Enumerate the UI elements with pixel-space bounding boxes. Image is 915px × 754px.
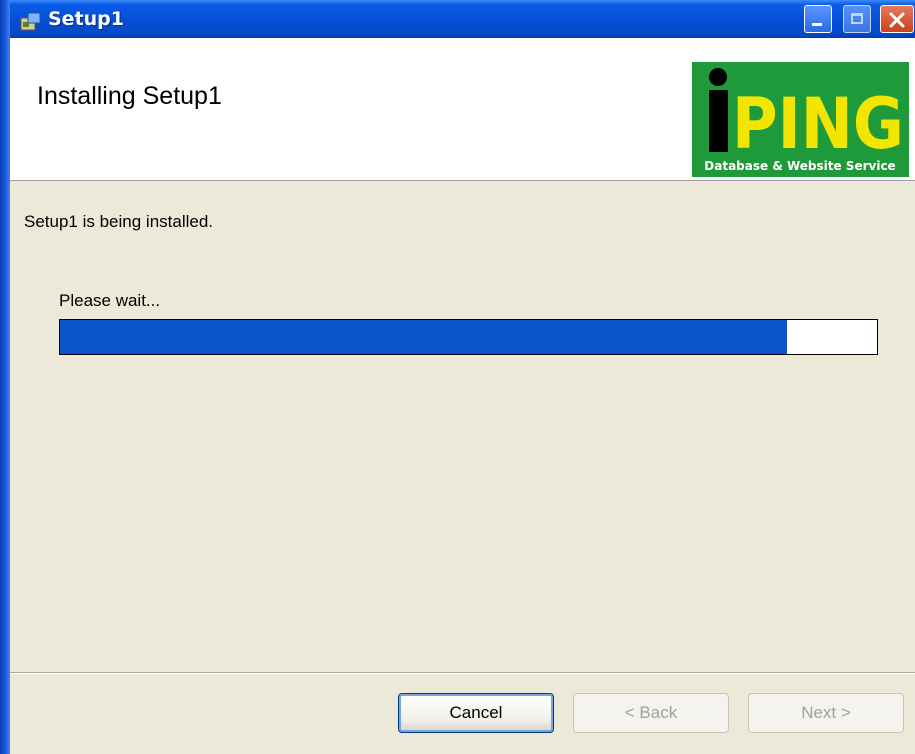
svg-text:Database & Website Service: Database & Website Service	[704, 159, 895, 173]
header-banner: Installing Setup1 PING Database & Websit…	[10, 38, 915, 181]
installer-window: Setup1 Installing Setup1 PING Database &…	[0, 0, 915, 754]
footer-divider	[10, 672, 915, 674]
window-left-border	[0, 0, 10, 754]
close-icon	[889, 12, 905, 28]
minimize-button[interactable]	[804, 5, 832, 33]
setup-app-icon	[19, 11, 43, 31]
svg-text:PING: PING	[732, 83, 904, 165]
wait-message: Please wait...	[59, 291, 161, 310]
next-button[interactable]: Next >	[748, 693, 904, 733]
page-title: Installing Setup1	[37, 82, 222, 110]
cancel-button[interactable]: Cancel	[398, 693, 554, 733]
title-bar[interactable]: Setup1	[0, 0, 915, 38]
status-message: Setup1 is being installed.	[24, 212, 214, 231]
install-progress-bar	[59, 319, 878, 355]
progress-fill	[60, 320, 788, 354]
iping-logo: PING Database & Website Service	[692, 62, 909, 177]
close-button[interactable]	[880, 5, 914, 33]
window-title: Setup1	[48, 8, 124, 30]
maximize-button[interactable]	[843, 5, 871, 33]
back-button[interactable]: < Back	[573, 693, 729, 733]
